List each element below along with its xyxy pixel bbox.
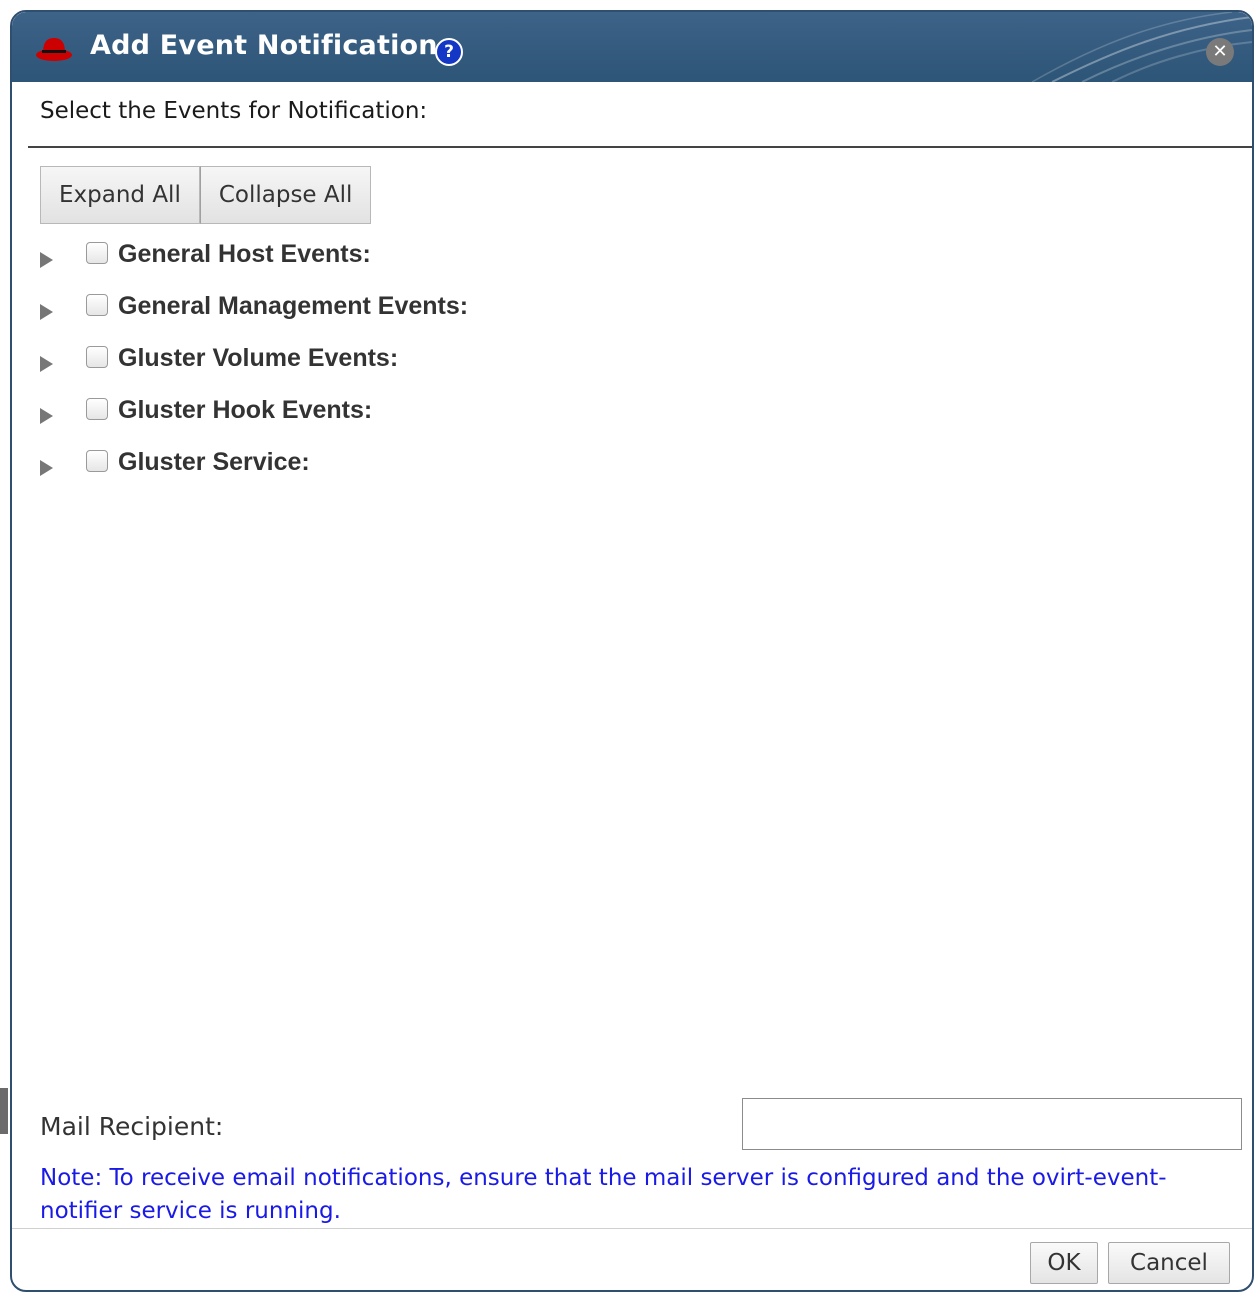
expand-all-button[interactable]: Expand All [40, 166, 200, 224]
tree-item-gluster-hook-events: Gluster Hook Events: [40, 394, 740, 446]
event-group-checkbox[interactable] [86, 242, 108, 264]
cancel-button[interactable]: Cancel [1108, 1242, 1230, 1284]
tree-item-gluster-service: Gluster Service: [40, 446, 740, 498]
tree-item-label: Gluster Service: [118, 448, 310, 476]
event-group-checkbox[interactable] [86, 294, 108, 316]
collapse-all-button[interactable]: Collapse All [199, 166, 372, 224]
expand-arrow-icon[interactable] [40, 408, 53, 424]
background-window-edge [0, 1088, 8, 1134]
tree-item-label: Gluster Hook Events: [118, 396, 373, 424]
footer-separator [12, 1228, 1252, 1229]
event-group-checkbox[interactable] [86, 398, 108, 420]
tree-item-general-management-events: General Management Events: [40, 290, 740, 342]
section-header: Select the Events for Notification: [40, 98, 428, 124]
expand-arrow-icon[interactable] [40, 304, 53, 320]
close-icon[interactable]: ✕ [1206, 38, 1234, 66]
event-group-checkbox[interactable] [86, 450, 108, 472]
tree-item-label: Gluster Volume Events: [118, 344, 399, 372]
mail-recipient-input[interactable] [742, 1098, 1242, 1150]
dialog-titlebar[interactable]: Add Event Notification ? ✕ [12, 12, 1252, 82]
tree-item-gluster-volume-events: Gluster Volume Events: [40, 342, 740, 394]
tree-item-label: General Management Events: [118, 292, 469, 320]
mail-server-note: Note: To receive email notifications, en… [40, 1165, 1167, 1224]
help-icon[interactable]: ? [435, 38, 463, 66]
expand-arrow-icon[interactable] [40, 460, 53, 476]
expand-arrow-icon[interactable] [40, 252, 53, 268]
redhat-logo-icon [36, 38, 72, 61]
add-event-notification-dialog: Add Event Notification ? ✕ Select the Ev… [10, 10, 1254, 1292]
expand-arrow-icon[interactable] [40, 356, 53, 372]
ok-button[interactable]: OK [1030, 1242, 1098, 1284]
tree-item-general-host-events: General Host Events: [40, 238, 740, 290]
dialog-title: Add Event Notification [90, 30, 438, 61]
mail-recipient-label: Mail Recipient: [40, 1112, 224, 1141]
expand-collapse-toolbar: Expand All Collapse All [40, 166, 372, 224]
event-group-checkbox[interactable] [86, 346, 108, 368]
event-tree: General Host Events: General Management … [40, 238, 740, 498]
tree-item-label: General Host Events: [118, 240, 371, 268]
